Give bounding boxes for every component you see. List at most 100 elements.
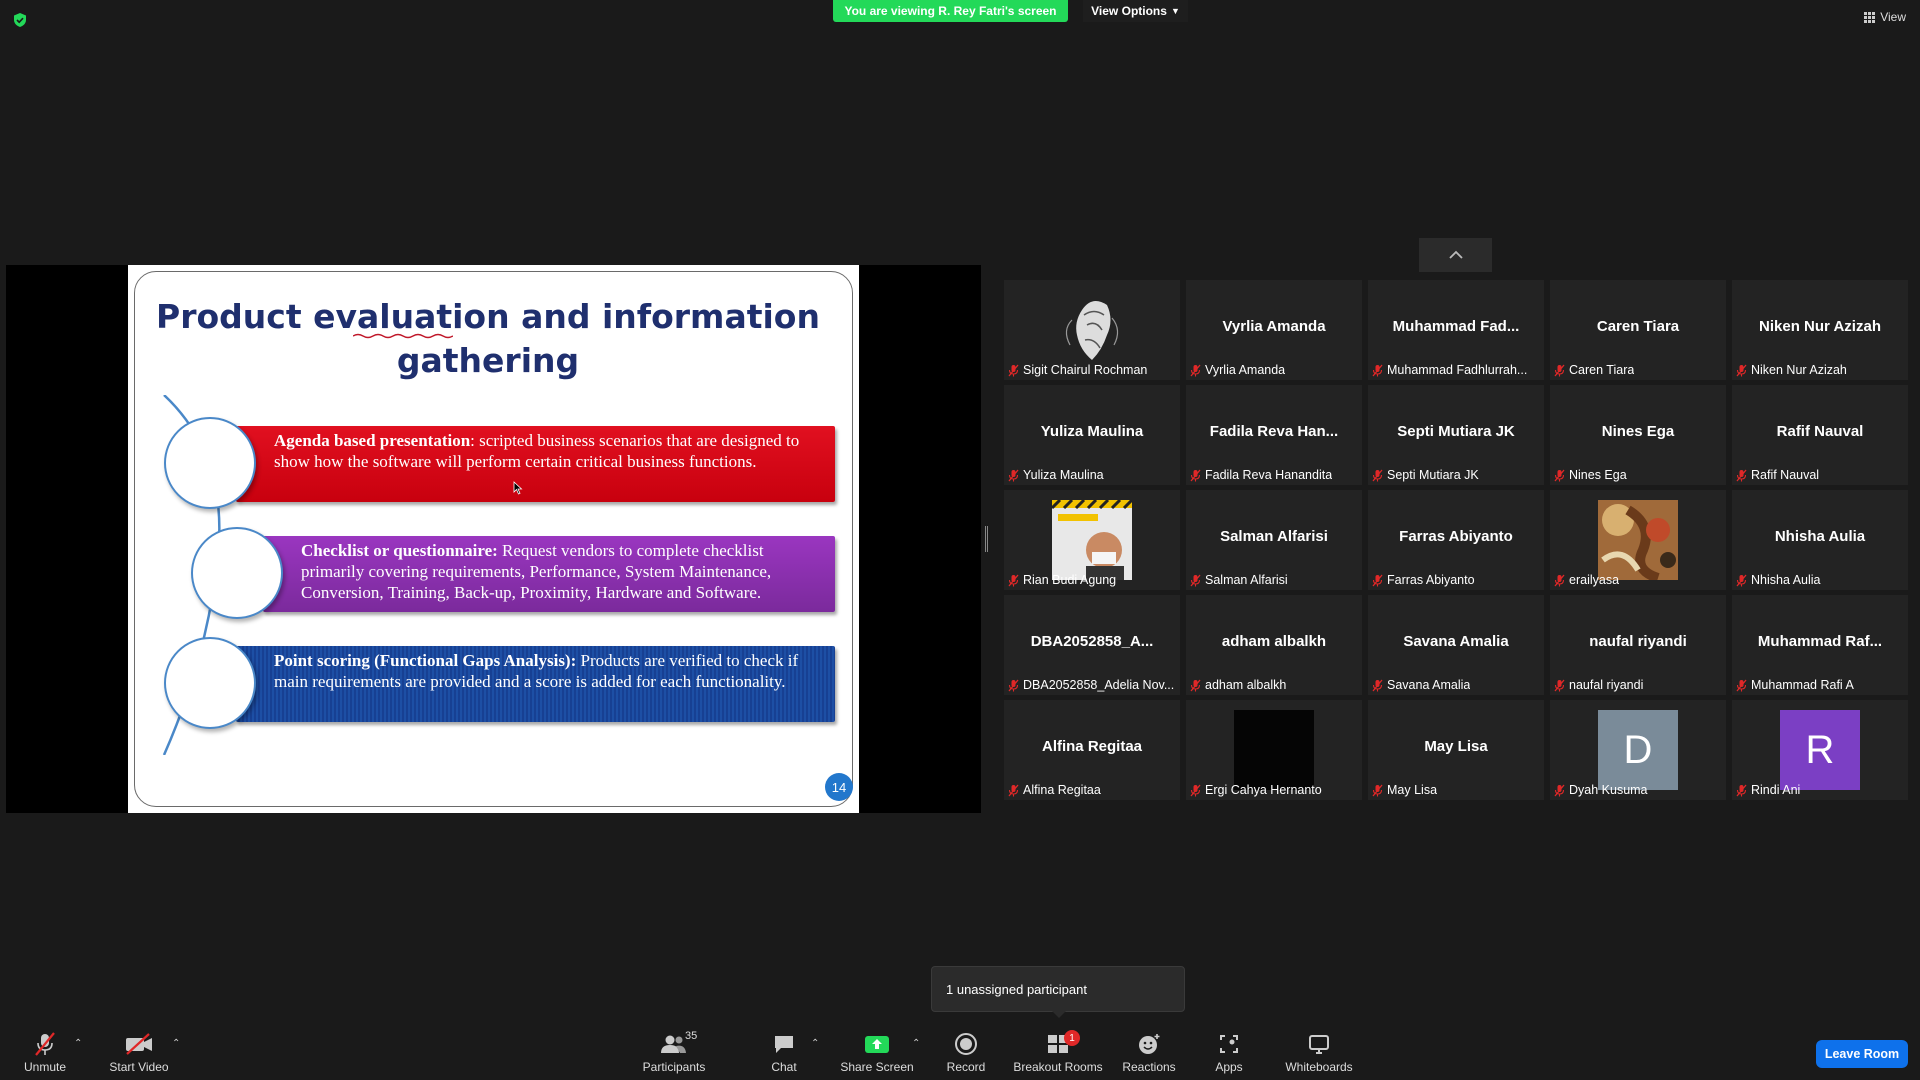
share-screen-icon — [865, 1036, 889, 1053]
unassigned-participant-tooltip: 1 unassigned participant — [931, 966, 1185, 1018]
participant-name-label: Niken Nur Azizah — [1736, 363, 1847, 377]
collapse-gallery-button[interactable] — [1419, 238, 1492, 272]
participants-button[interactable]: 35 Participants — [641, 1030, 707, 1074]
participant-tile[interactable]: May Lisa May Lisa — [1368, 700, 1544, 800]
participant-name-label: Vyrlia Amanda — [1190, 363, 1285, 377]
whiteboards-button[interactable]: Whiteboards — [1284, 1030, 1354, 1074]
participant-tile[interactable]: Niken Nur Azizah Niken Nur Azizah — [1732, 280, 1908, 380]
mic-muted-icon — [1372, 469, 1383, 481]
participant-display-name: Muhammad Raf... — [1757, 633, 1883, 650]
share-options-chevron-icon[interactable]: ⌃ — [912, 1038, 920, 1049]
meeting-toolbar: Unmute ⌃ Start Video ⌃ 35 Participants C… — [0, 1018, 1920, 1080]
participant-tile[interactable]: Rafif Nauval Rafif Nauval — [1732, 385, 1908, 485]
participant-tile[interactable]: R Rindi Ani — [1732, 700, 1908, 800]
apps-icon — [1220, 1035, 1238, 1053]
participant-avatar — [1598, 500, 1678, 580]
participant-name: Nhisha Aulia — [1751, 573, 1821, 587]
share-screen-button[interactable]: Share Screen — [840, 1030, 914, 1074]
chat-options-chevron-icon[interactable]: ⌃ — [811, 1038, 819, 1049]
record-icon — [955, 1033, 977, 1055]
participant-name-label: Yuliza Maulina — [1008, 468, 1104, 482]
presentation-slide: Product evaluation and information gathe… — [128, 265, 859, 813]
participant-tile[interactable]: Rian Budi Agung — [1004, 490, 1180, 590]
participant-tile[interactable]: Nines Ega Nines Ega — [1550, 385, 1726, 485]
participant-name-label: erailyasa — [1554, 573, 1619, 587]
unmute-button[interactable]: Unmute — [22, 1030, 68, 1074]
start-video-button[interactable]: Start Video — [106, 1030, 172, 1074]
participant-name-label: Caren Tiara — [1554, 363, 1634, 377]
microphone-muted-icon — [35, 1032, 55, 1056]
mic-muted-icon — [1372, 574, 1383, 586]
participant-tile[interactable]: adham albalkh adham albalkh — [1186, 595, 1362, 695]
participant-gallery: Sigit Chairul Rochman Vyrlia Amanda Vyrlia… — [1004, 280, 1908, 800]
whiteboards-label: Whiteboards — [1285, 1060, 1353, 1074]
slide-bullet-circle — [164, 417, 256, 509]
participant-tile[interactable]: Nhisha Aulia Nhisha Aulia — [1732, 490, 1908, 590]
participant-display-name: May Lisa — [1424, 738, 1488, 755]
slide-page-number: 14 — [825, 773, 853, 801]
participant-name: Salman Alfarisi — [1205, 573, 1288, 587]
slide-item-heading: Agenda based presentation — [274, 431, 471, 450]
apps-label: Apps — [1215, 1060, 1243, 1074]
participant-name-label: DBA2052858_Adelia Nov... — [1008, 678, 1174, 692]
participant-tile[interactable]: Savana Amalia Savana Amalia — [1368, 595, 1544, 695]
participant-tile[interactable]: Muhammad Raf... Muhammad Rafi A — [1732, 595, 1908, 695]
participant-avatar: D — [1598, 710, 1678, 790]
participant-name: adham albalkh — [1205, 678, 1287, 692]
participant-tile[interactable]: Caren Tiara Caren Tiara — [1550, 280, 1726, 380]
participant-name: Alfina Regitaa — [1023, 783, 1101, 797]
participant-name-label: Sigit Chairul Rochman — [1008, 363, 1147, 377]
mic-muted-icon — [1372, 679, 1383, 691]
leave-room-button[interactable]: Leave Room — [1816, 1040, 1908, 1068]
participant-name-label: Rafif Nauval — [1736, 468, 1819, 482]
split-view-resize-handle[interactable] — [985, 526, 988, 552]
security-shield-icon[interactable] — [12, 12, 28, 28]
mic-muted-icon — [1554, 784, 1565, 796]
participant-tile[interactable]: naufal riyandi naufal riyandi — [1550, 595, 1726, 695]
slide-title: Product evaluation and information gathe… — [148, 295, 828, 383]
start-video-label: Start Video — [109, 1060, 169, 1074]
breakout-rooms-button[interactable]: 1 Breakout Rooms — [1013, 1030, 1103, 1074]
video-options-chevron-icon[interactable]: ⌃ — [172, 1038, 180, 1049]
participant-tile[interactable]: DBA2052858_A... DBA2052858_Adelia Nov... — [1004, 595, 1180, 695]
participant-name: Muhammad Rafi A — [1751, 678, 1854, 692]
participant-name-label: May Lisa — [1372, 783, 1437, 797]
participant-name-label: Septi Mutiara JK — [1372, 468, 1479, 482]
mic-muted-icon — [1008, 574, 1019, 586]
reactions-button[interactable]: Reactions — [1122, 1030, 1176, 1074]
chevron-up-icon — [1448, 250, 1463, 259]
view-label: View — [1880, 10, 1906, 24]
participant-name-label: Fadila Reva Hanandita — [1190, 468, 1332, 482]
participant-name: Rindi Ani — [1751, 783, 1801, 797]
apps-button[interactable]: Apps — [1214, 1030, 1244, 1074]
participant-tile[interactable]: Vyrlia Amanda Vyrlia Amanda — [1186, 280, 1362, 380]
slide-title-line1: Product evaluation and information — [156, 297, 820, 336]
participant-display-name: Septi Mutiara JK — [1397, 423, 1515, 440]
mic-muted-icon — [1554, 679, 1565, 691]
record-button[interactable]: Record — [946, 1030, 986, 1074]
participant-tile[interactable]: Fadila Reva Han... Fadila Reva Hanandita — [1186, 385, 1362, 485]
chat-button[interactable]: Chat — [768, 1030, 800, 1074]
participant-avatar — [1052, 500, 1132, 580]
participant-tile[interactable]: Sigit Chairul Rochman — [1004, 280, 1180, 380]
mic-muted-icon — [1736, 574, 1747, 586]
audio-options-chevron-icon[interactable]: ⌃ — [74, 1038, 82, 1049]
participant-tile[interactable]: erailyasa — [1550, 490, 1726, 590]
mic-muted-icon — [1190, 469, 1201, 481]
participant-tile[interactable]: Muhammad Fad... Muhammad Fadhlurrah... — [1368, 280, 1544, 380]
participant-tile[interactable]: Ergi Cahya Hernanto — [1186, 700, 1362, 800]
view-layout-button[interactable]: View — [1864, 10, 1906, 24]
mic-muted-icon — [1554, 574, 1565, 586]
participant-tile[interactable]: D Dyah Kusuma — [1550, 700, 1726, 800]
view-options-button[interactable]: View Options ▼ — [1083, 0, 1188, 22]
participant-display-name: Muhammad Fad... — [1392, 318, 1520, 335]
mic-muted-icon — [1190, 574, 1201, 586]
breakout-rooms-badge: 1 — [1064, 1030, 1080, 1046]
breakout-rooms-label: Breakout Rooms — [1013, 1060, 1103, 1074]
participant-tile[interactable]: Septi Mutiara JK Septi Mutiara JK — [1368, 385, 1544, 485]
participant-display-name: adham albalkh — [1221, 633, 1327, 650]
participant-tile[interactable]: Salman Alfarisi Salman Alfarisi — [1186, 490, 1362, 590]
participant-tile[interactable]: Alfina Regitaa Alfina Regitaa — [1004, 700, 1180, 800]
participant-tile[interactable]: Yuliza Maulina Yuliza Maulina — [1004, 385, 1180, 485]
participant-tile[interactable]: Farras Abiyanto Farras Abiyanto — [1368, 490, 1544, 590]
